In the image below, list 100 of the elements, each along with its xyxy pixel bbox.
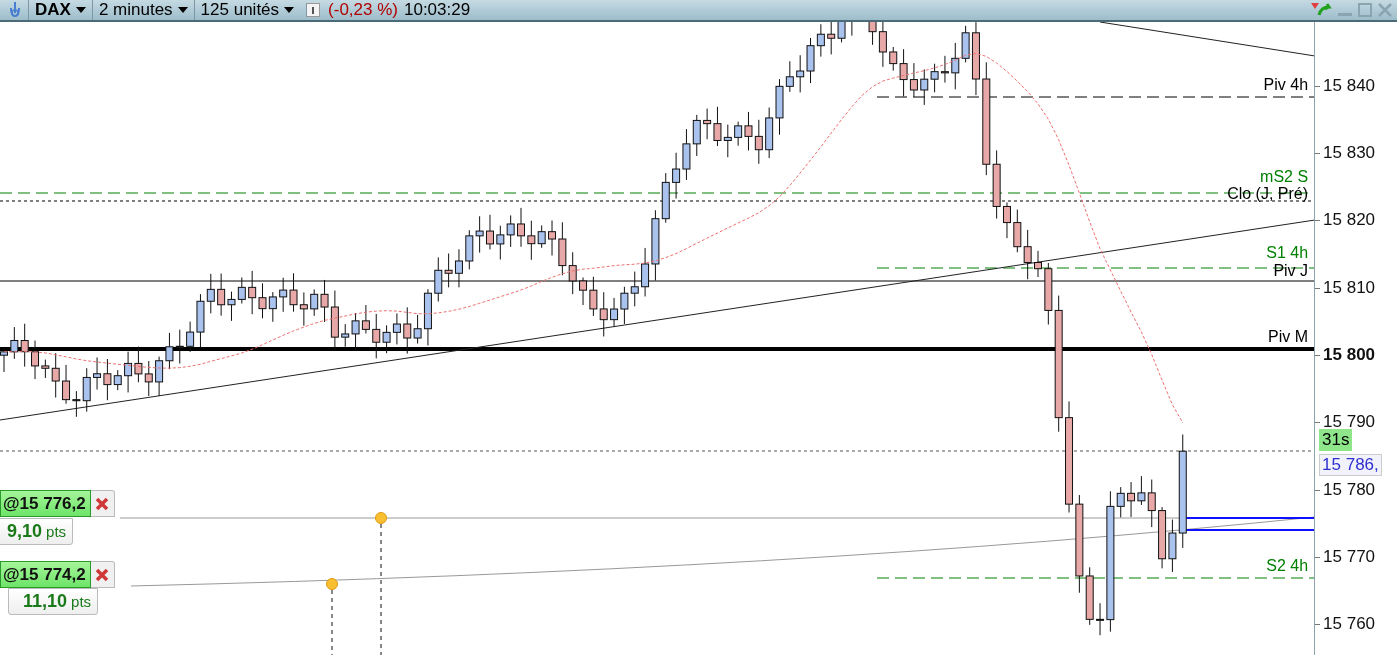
candlestick bbox=[155, 356, 164, 397]
candlestick bbox=[951, 42, 960, 90]
candlestick bbox=[1003, 201, 1011, 239]
candlestick bbox=[444, 253, 453, 288]
anchor-icon[interactable] bbox=[8, 1, 22, 19]
level-label: S1 4h bbox=[1266, 244, 1309, 262]
candlestick bbox=[1127, 481, 1136, 518]
candlestick bbox=[496, 225, 505, 260]
level-label: Piv M bbox=[1268, 328, 1309, 346]
axis-tick-label: 15 840 bbox=[1323, 76, 1376, 96]
candlestick bbox=[124, 351, 133, 393]
candlestick bbox=[682, 128, 691, 181]
candlestick bbox=[816, 23, 825, 58]
axis-tick-label: 15 830 bbox=[1323, 143, 1376, 163]
axis-tick-label: 15 820 bbox=[1323, 210, 1376, 230]
candlestick bbox=[796, 54, 805, 93]
candlestick bbox=[765, 106, 774, 159]
candlestick bbox=[723, 124, 732, 158]
caret-icon bbox=[284, 7, 295, 13]
distance-label: 9,10 pts bbox=[0, 518, 74, 545]
candlestick bbox=[0, 347, 8, 373]
level-label: mS2 S bbox=[1260, 168, 1309, 186]
maximize-icon[interactable] bbox=[1357, 3, 1373, 17]
candlestick bbox=[620, 286, 629, 325]
candlestick bbox=[31, 340, 39, 380]
candlestick bbox=[454, 248, 463, 288]
timeframe-dropdown[interactable]: 2 minutes bbox=[91, 0, 194, 20]
countdown-badge: 31s bbox=[1319, 429, 1353, 451]
candlestick bbox=[361, 304, 370, 334]
axis-tick-label: 15 760 bbox=[1323, 614, 1376, 634]
candlestick bbox=[703, 108, 712, 140]
candlestick bbox=[248, 270, 257, 315]
candlestick bbox=[237, 276, 246, 304]
symbol-dropdown[interactable]: DAX bbox=[28, 0, 92, 20]
info-icon[interactable] bbox=[306, 3, 321, 17]
candlestick bbox=[1023, 229, 1032, 280]
close-button[interactable] bbox=[90, 561, 115, 588]
candlestick bbox=[289, 272, 298, 313]
candlestick bbox=[268, 291, 277, 323]
candlestick bbox=[144, 360, 153, 397]
candlestick bbox=[217, 273, 226, 317]
guide-line bbox=[331, 589, 333, 655]
candlestick bbox=[661, 172, 670, 224]
axis-tick-label: 15 810 bbox=[1323, 278, 1376, 298]
candlestick bbox=[920, 68, 929, 106]
candlestick bbox=[558, 221, 567, 276]
axis-tick-label: 15 800 bbox=[1323, 345, 1376, 365]
candlestick bbox=[672, 152, 681, 200]
candlestick bbox=[692, 114, 701, 157]
candlestick bbox=[175, 329, 184, 365]
axis-tick-label: 15 770 bbox=[1323, 547, 1376, 567]
axis-tick-label: 15 790 bbox=[1323, 412, 1376, 432]
candlestick bbox=[930, 63, 939, 93]
candlestick bbox=[599, 291, 608, 337]
candlestick bbox=[258, 282, 267, 319]
candlestick bbox=[465, 229, 474, 270]
level-label: Clo (J, Pré) bbox=[1227, 185, 1309, 203]
candlestick bbox=[851, 22, 853, 37]
close-icon[interactable] bbox=[1377, 3, 1393, 17]
candlestick bbox=[227, 291, 236, 322]
level-label: S2 4h bbox=[1266, 557, 1309, 575]
price-change: (-0,23 %) bbox=[328, 0, 398, 20]
candlestick bbox=[754, 119, 763, 165]
candlestick bbox=[392, 312, 401, 345]
candlestick bbox=[134, 346, 143, 383]
candlestick bbox=[1013, 209, 1022, 253]
level-label: Piv 4h bbox=[1263, 76, 1309, 94]
close-icon bbox=[95, 496, 110, 511]
candlestick bbox=[206, 273, 215, 314]
candlestick bbox=[299, 291, 308, 327]
candlestick bbox=[579, 277, 588, 306]
candlestick bbox=[1034, 250, 1042, 278]
axis-tick-label: 15 780 bbox=[1323, 480, 1376, 500]
close-button[interactable] bbox=[90, 490, 115, 517]
candlestick bbox=[93, 356, 102, 390]
distance-label: 11,10 pts bbox=[8, 588, 99, 615]
candlestick bbox=[940, 55, 949, 84]
candlestick bbox=[610, 297, 619, 328]
candlestick bbox=[806, 37, 815, 84]
candlestick bbox=[630, 271, 639, 307]
candlestick bbox=[434, 256, 443, 303]
handle-dot[interactable] bbox=[326, 578, 338, 590]
candlestick bbox=[475, 215, 484, 254]
order-price-label: @15 776,2 bbox=[0, 490, 91, 517]
candlestick bbox=[1158, 506, 1167, 569]
candlestick bbox=[568, 251, 577, 295]
time-label: 10:03:29 bbox=[404, 0, 471, 20]
units-dropdown[interactable]: 125 unités bbox=[193, 0, 301, 20]
candlestick bbox=[20, 323, 29, 368]
candlestick bbox=[330, 290, 339, 351]
candlestick bbox=[548, 220, 556, 257]
candlestick bbox=[909, 62, 918, 98]
candlestick bbox=[589, 276, 598, 317]
candlestick bbox=[517, 207, 525, 248]
candlestick bbox=[506, 214, 515, 248]
candlestick bbox=[165, 332, 174, 370]
caret-icon bbox=[75, 7, 86, 13]
handle-dot[interactable] bbox=[375, 512, 387, 524]
level-label: Piv J bbox=[1273, 262, 1309, 280]
order-price-label: @15 774,2 bbox=[0, 561, 91, 588]
